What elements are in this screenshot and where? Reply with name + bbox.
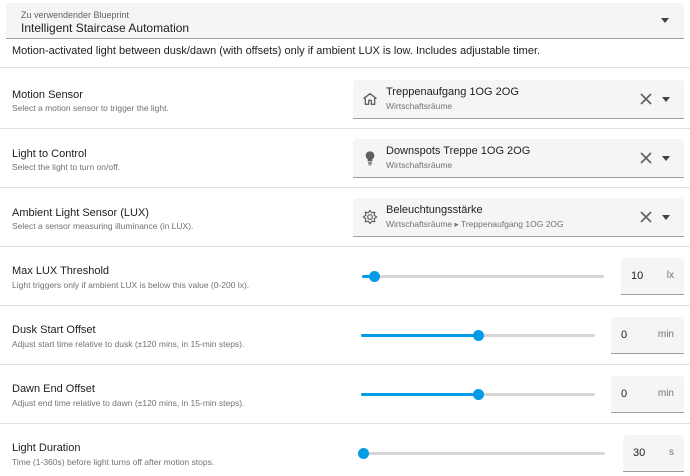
motion-sensor-title: Motion Sensor xyxy=(12,89,83,101)
blueprint-select[interactable]: Zu verwendender Blueprint Intelligent St… xyxy=(6,3,684,39)
max-lux-threshold-subtitle: Light triggers only if ambient LUX is be… xyxy=(12,280,250,290)
brightness-icon xyxy=(362,209,378,225)
dusk-start-offset-subtitle: Adjust start time relative to dusk (±120… xyxy=(12,339,245,349)
clear-icon[interactable] xyxy=(640,211,652,223)
dawn-end-offset-unit: min xyxy=(657,388,674,399)
light-duration-slider[interactable] xyxy=(358,448,605,459)
light-to-control-entity-area: Wirtschaftsräume xyxy=(386,160,453,170)
max-lux-threshold-input[interactable]: 10 lx xyxy=(621,258,684,295)
ambient-light-sensor-subtitle: Select a sensor measuring illuminance (i… xyxy=(12,221,194,231)
lightbulb-icon xyxy=(365,151,375,166)
light-to-control-title: Light to Control xyxy=(12,148,87,160)
motion-sensor-subtitle: Select a motion sensor to trigger the li… xyxy=(12,103,169,113)
ambient-light-sensor-entity-name: Beleuchtungsstärke xyxy=(386,204,483,216)
divider xyxy=(0,67,690,68)
slider-thumb[interactable] xyxy=(358,448,369,459)
ambient-light-sensor-title: Ambient Light Sensor (LUX) xyxy=(12,207,149,219)
clear-icon[interactable] xyxy=(640,152,652,164)
blueprint-description: Motion-activated light between dusk/dawn… xyxy=(12,45,541,57)
dawn-end-offset-input[interactable]: 0 min xyxy=(611,376,684,413)
slider-fill xyxy=(361,334,478,337)
max-lux-threshold-unit: lx xyxy=(666,270,674,281)
max-lux-threshold-slider[interactable] xyxy=(362,271,604,282)
light-duration-subtitle: Time (1-360s) before light turns off aft… xyxy=(12,457,215,467)
light-to-control-entity-name: Downspots Treppe 1OG 2OG xyxy=(386,145,531,157)
dawn-end-offset-slider[interactable] xyxy=(361,389,595,400)
divider xyxy=(0,246,690,247)
chevron-down-icon[interactable] xyxy=(662,215,670,220)
light-duration-input[interactable]: 30 s xyxy=(623,435,684,472)
divider xyxy=(0,423,690,424)
chevron-down-icon[interactable] xyxy=(662,97,670,102)
light-duration-unit: s xyxy=(669,447,674,458)
blueprint-select-value: Intelligent Staircase Automation xyxy=(21,21,190,35)
divider xyxy=(0,128,690,129)
max-lux-threshold-value: 10 xyxy=(631,270,644,282)
slider-fill xyxy=(361,393,478,396)
divider xyxy=(0,305,690,306)
clear-icon[interactable] xyxy=(640,93,652,105)
dusk-start-offset-slider[interactable] xyxy=(361,330,595,341)
dawn-end-offset-subtitle: Adjust end time relative to dawn (±120 m… xyxy=(12,398,245,408)
dusk-start-offset-title: Dusk Start Offset xyxy=(12,324,96,336)
chevron-down-icon[interactable] xyxy=(661,18,669,23)
light-to-control-subtitle: Select the light to turn on/off. xyxy=(12,162,121,172)
divider xyxy=(0,187,690,188)
home-icon xyxy=(363,93,377,105)
dusk-start-offset-unit: min xyxy=(657,329,674,340)
blueprint-select-label: Zu verwendender Blueprint xyxy=(21,10,130,20)
max-lux-threshold-title: Max LUX Threshold xyxy=(12,265,110,277)
slider-thumb[interactable] xyxy=(369,271,381,282)
light-duration-value: 30 xyxy=(633,447,646,459)
slider-thumb[interactable] xyxy=(473,389,484,400)
motion-sensor-entity-area: Wirtschaftsräume xyxy=(386,101,453,111)
slider-thumb[interactable] xyxy=(473,330,484,341)
dawn-end-offset-title: Dawn End Offset xyxy=(12,383,95,395)
motion-sensor-entity-name: Treppenaufgang 1OG 2OG xyxy=(386,86,519,98)
ambient-light-sensor-entity-area: Wirtschaftsräume ▸ Treppenaufgang 1OG 2O… xyxy=(386,219,564,229)
chevron-down-icon[interactable] xyxy=(662,156,670,161)
dawn-end-offset-value: 0 xyxy=(621,388,628,400)
dusk-start-offset-value: 0 xyxy=(621,329,628,341)
dusk-start-offset-input[interactable]: 0 min xyxy=(611,317,684,354)
ambient-light-sensor-picker[interactable]: Beleuchtungsstärke Wirtschaftsräume ▸ Tr… xyxy=(353,198,684,237)
divider xyxy=(0,364,690,365)
light-duration-title: Light Duration xyxy=(12,442,81,454)
motion-sensor-picker[interactable]: Treppenaufgang 1OG 2OG Wirtschaftsräume xyxy=(353,80,684,119)
light-to-control-picker[interactable]: Downspots Treppe 1OG 2OG Wirtschaftsräum… xyxy=(353,139,684,178)
